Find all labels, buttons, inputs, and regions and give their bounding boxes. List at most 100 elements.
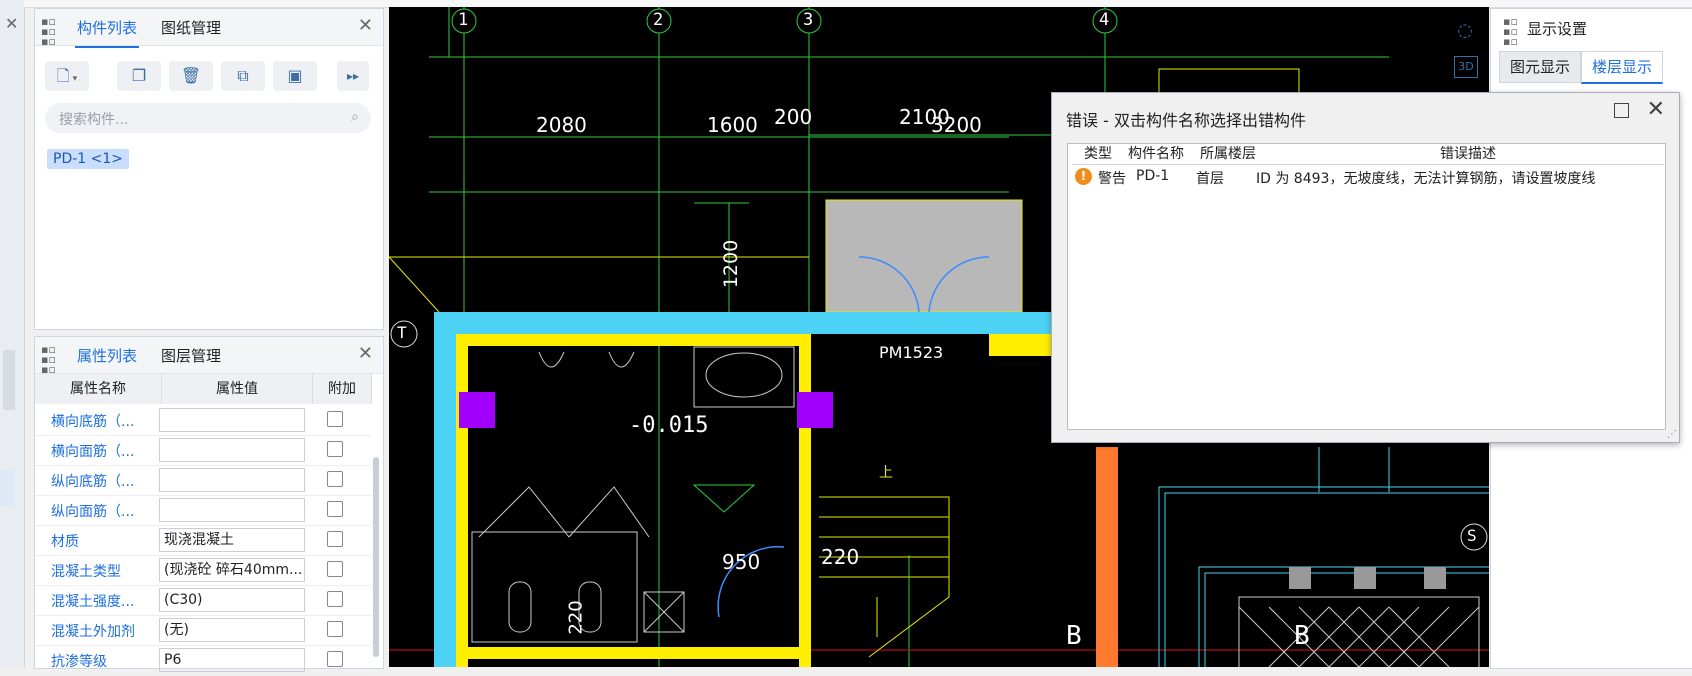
table-row[interactable]: 混凝土强度... (C30) [35, 585, 371, 616]
property-value-field[interactable]: (现浇砼 碎石40mm... [159, 558, 305, 582]
save-button[interactable]: ▣ [273, 61, 317, 91]
rotate-view-icon[interactable]: ◌ [1450, 20, 1480, 50]
attach-checkbox[interactable] [327, 411, 343, 427]
component-list-panel: ▪▫ ▪▫ ▪▫ 构件列表 图纸管理 ✕ 🗋 ▾ ❐ 🗑 ⧉ ▣ ▸▸ 搜索构件..… [34, 8, 384, 330]
component-item[interactable]: PD-1 <1> [47, 149, 129, 169]
error-table: 类型 构件名称 所属楼层 错误描述 ! 警告 PD-1 首层 ID 为 8493… [1067, 143, 1666, 430]
attach-checkbox[interactable] [327, 471, 343, 487]
property-name: 纵向底筋（... [51, 474, 135, 490]
table-row[interactable]: 纵向面筋（... [35, 495, 371, 526]
error-type: 警告 [1098, 171, 1126, 187]
attach-checkbox[interactable] [327, 531, 343, 547]
chevron-down-icon[interactable]: ▾ [70, 74, 78, 84]
attach-checkbox[interactable] [327, 441, 343, 457]
delete-button[interactable]: 🗑 [169, 61, 213, 91]
dimension-3200: 3200 [931, 113, 982, 137]
property-table-header: 属性名称 属性值 附加 [35, 374, 372, 404]
error-description: ID 为 8493，无坡度线，无法计算钢筋，请设置坡度线 [1256, 171, 1596, 187]
dimension-220: 220 [821, 545, 860, 569]
dimension-1200: 1200 [720, 239, 743, 289]
new-component-button[interactable]: 🗋 ▾ [45, 61, 89, 91]
trash-icon: 🗑 [180, 66, 202, 85]
close-icon[interactable]: ✕ [1647, 97, 1665, 122]
row-label-t: T [397, 323, 407, 342]
tab-drawing-management[interactable]: 图纸管理 [161, 17, 221, 38]
hatch-posts [1289, 567, 1446, 589]
table-row[interactable]: 材质 现浇混凝土 [35, 525, 371, 556]
row-label-b: B [1066, 621, 1082, 651]
tab-layer-management[interactable]: 图层管理 [161, 345, 221, 366]
axis-label-4: 4 [1099, 10, 1110, 30]
property-value-field[interactable] [159, 468, 305, 492]
more-button[interactable]: ▸▸ [337, 61, 369, 91]
3d-view-icon[interactable]: 3D [1454, 56, 1478, 78]
tab-element-display[interactable]: 图元显示 [1499, 51, 1581, 83]
table-row[interactable]: 抗渗等级 P6 [35, 645, 371, 676]
hatch-area [1238, 596, 1480, 667]
tab-component-list[interactable]: 构件列表 [74, 17, 140, 48]
tab-label: 楼层显示 [1591, 58, 1652, 76]
attach-checkbox[interactable] [327, 591, 343, 607]
scroll-track[interactable] [3, 350, 15, 410]
attach-checkbox[interactable] [327, 621, 343, 637]
property-value-field[interactable]: 现浇混凝土 [159, 528, 305, 552]
row-label-b2: B [1294, 621, 1310, 651]
stair-up-label: 上 [879, 465, 893, 481]
attach-checkbox[interactable] [327, 651, 343, 667]
table-row[interactable]: ! 警告 PD-1 首层 ID 为 8493，无坡度线，无法计算钢筋，请设置坡度… [1068, 166, 1663, 190]
drag-handle-icon[interactable]: ▪▫ ▪▫ ▪▫ [41, 344, 56, 375]
table-row[interactable]: 横向底筋（... [35, 405, 371, 436]
save-icon: ▣ [287, 66, 303, 85]
scrollbar[interactable] [373, 457, 379, 657]
tab-floor-display[interactable]: 楼层显示 [1581, 51, 1663, 84]
left-toolbar-strip: ✕ [0, 0, 25, 667]
resize-grip-icon[interactable]: ⋰ [1667, 429, 1677, 440]
slab-pd-1[interactable] [825, 199, 1023, 313]
drag-handle-icon[interactable]: ▪▫ ▪▫ ▪▫ [41, 16, 56, 47]
search-placeholder: 搜索构件... [59, 112, 129, 128]
property-list-panel: ▪▫ ▪▫ ▪▫ 属性列表 图层管理 ✕ 属性名称 属性值 附加 横向底筋（... … [34, 336, 384, 676]
close-icon[interactable]: ✕ [358, 343, 373, 364]
copy-icon: ❐ [131, 66, 147, 85]
attach-checkbox[interactable] [327, 501, 343, 517]
layers-icon: ⧉ [237, 66, 249, 85]
property-value-field[interactable] [159, 438, 305, 462]
table-row[interactable]: 混凝土外加剂 (无) [35, 615, 371, 646]
header-description: 错误描述 [1272, 144, 1664, 165]
close-icon[interactable]: ✕ [5, 14, 18, 33]
maximize-icon[interactable] [1614, 103, 1629, 118]
duplicate-button[interactable]: ⧉ [221, 61, 265, 91]
elevation-marker [692, 484, 756, 513]
attach-checkbox[interactable] [327, 561, 343, 577]
search-input[interactable]: 搜索构件... ⌕ [45, 103, 371, 133]
header-property-value: 属性值 [162, 374, 313, 404]
property-value-field[interactable] [159, 498, 305, 522]
drag-handle-icon[interactable]: ▪▫ ▪▫ ▪▫ [1503, 16, 1518, 47]
row-label-s: S [1467, 526, 1477, 545]
property-name: 混凝土强度... [51, 594, 135, 610]
property-value-field[interactable]: (C30) [159, 588, 305, 612]
error-component-name[interactable]: PD-1 [1136, 168, 1169, 184]
copy-button[interactable]: ❐ [117, 61, 161, 91]
panel-header: ▪▫ ▪▫ ▪▫ 构件列表 图纸管理 ✕ [35, 9, 383, 48]
table-row[interactable]: 横向面筋（... [35, 435, 371, 466]
property-value-field[interactable]: (无) [159, 618, 305, 642]
header-property-name: 属性名称 [35, 374, 162, 404]
header-floor: 所属楼层 [1200, 144, 1272, 165]
axis-label-2: 2 [653, 10, 664, 30]
door-label: PM1523 [879, 343, 944, 362]
search-icon[interactable]: ⌕ [351, 109, 359, 125]
wall-orange [1096, 447, 1118, 667]
table-row[interactable]: 混凝土类型 (现浇砼 碎石40mm... [35, 555, 371, 586]
dimension-200: 200 [774, 105, 813, 129]
table-row[interactable]: 纵向底筋（... [35, 465, 371, 496]
sanitary-fixtures [471, 346, 795, 643]
error-floor: 首层 [1196, 171, 1224, 187]
close-icon[interactable]: ✕ [358, 15, 373, 36]
property-value-field[interactable] [159, 408, 305, 432]
tab-property-list[interactable]: 属性列表 [74, 345, 140, 376]
dimension-950: 950 [722, 550, 761, 574]
double-chevron-right-icon: ▸▸ [346, 69, 360, 83]
property-value-field[interactable]: P6 [159, 648, 305, 672]
selected-row-marker [0, 470, 14, 506]
